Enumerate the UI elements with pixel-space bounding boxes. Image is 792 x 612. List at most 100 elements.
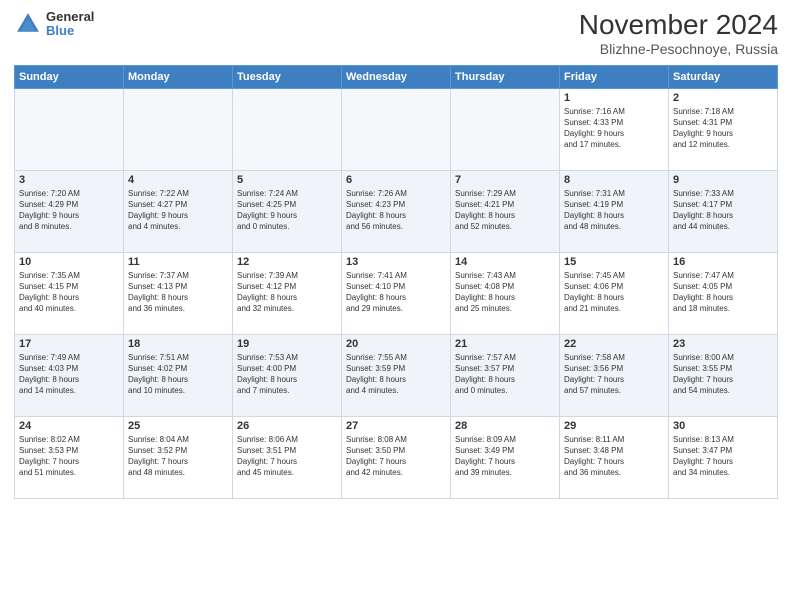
calendar-cell: 5 Sunrise: 7:24 AM Sunset: 4:25 PM Daylig… [233,170,342,252]
calendar-table: SundayMondayTuesdayWednesdayThursdayFrid… [14,65,778,499]
day-number: 8 [564,174,664,186]
calendar-cell: 22 Sunrise: 7:58 AM Sunset: 3:56 PM Dayli… [560,334,669,416]
calendar-day-header: Tuesday [233,65,342,88]
location-subtitle: Blizhne-Pesochnoye, Russia [579,41,778,57]
day-info: Sunrise: 7:49 AM Sunset: 4:03 PM Dayligh… [19,352,119,397]
day-number: 6 [346,174,446,186]
calendar-cell: 1 Sunrise: 7:16 AM Sunset: 4:33 PM Daylig… [560,88,669,170]
calendar-cell: 13 Sunrise: 7:41 AM Sunset: 4:10 PM Dayli… [342,252,451,334]
day-number: 28 [455,420,555,432]
day-number: 12 [237,256,337,268]
day-number: 2 [673,92,773,104]
calendar-cell: 8 Sunrise: 7:31 AM Sunset: 4:19 PM Daylig… [560,170,669,252]
day-info: Sunrise: 8:11 AM Sunset: 3:48 PM Dayligh… [564,434,664,479]
day-number: 11 [128,256,228,268]
calendar-cell: 26 Sunrise: 8:06 AM Sunset: 3:51 PM Dayli… [233,416,342,498]
day-number: 7 [455,174,555,186]
calendar-cell: 29 Sunrise: 8:11 AM Sunset: 3:48 PM Dayli… [560,416,669,498]
calendar-cell [233,88,342,170]
day-number: 1 [564,92,664,104]
calendar-day-header: Saturday [669,65,778,88]
day-info: Sunrise: 7:45 AM Sunset: 4:06 PM Dayligh… [564,270,664,315]
calendar-cell: 21Sunrise: 7:57 AM Sunset: 3:57 PM Dayli… [451,334,560,416]
day-number: 3 [19,174,119,186]
day-number: 23 [673,338,773,350]
day-info: Sunrise: 7:58 AM Sunset: 3:56 PM Dayligh… [564,352,664,397]
day-info: Sunrise: 7:35 AM Sunset: 4:15 PM Dayligh… [19,270,119,315]
day-info: Sunrise: 8:08 AM Sunset: 3:50 PM Dayligh… [346,434,446,479]
day-number: 22 [564,338,664,350]
day-info: Sunrise: 7:20 AM Sunset: 4:29 PM Dayligh… [19,188,119,233]
page-header: General Blue November 2024 Blizhne-Pesoc… [14,10,778,57]
calendar-cell: 9 Sunrise: 7:33 AM Sunset: 4:17 PM Daylig… [669,170,778,252]
calendar-cell: 30 Sunrise: 8:13 AM Sunset: 3:47 PM Dayli… [669,416,778,498]
day-number: 18 [128,338,228,350]
calendar-cell: 27Sunrise: 8:08 AM Sunset: 3:50 PM Dayli… [342,416,451,498]
day-info: Sunrise: 7:31 AM Sunset: 4:19 PM Dayligh… [564,188,664,233]
logo-icon [14,10,42,38]
calendar-cell: 28 Sunrise: 8:09 AM Sunset: 3:49 PM Dayli… [451,416,560,498]
calendar-cell [124,88,233,170]
day-info: Sunrise: 8:13 AM Sunset: 3:47 PM Dayligh… [673,434,773,479]
day-info: Sunrise: 8:06 AM Sunset: 3:51 PM Dayligh… [237,434,337,479]
day-number: 13 [346,256,446,268]
calendar-day-header: Wednesday [342,65,451,88]
day-info: Sunrise: 7:33 AM Sunset: 4:17 PM Dayligh… [673,188,773,233]
day-info: Sunrise: 7:37 AM Sunset: 4:13 PM Dayligh… [128,270,228,315]
day-info: Sunrise: 8:04 AM Sunset: 3:52 PM Dayligh… [128,434,228,479]
day-info: Sunrise: 8:09 AM Sunset: 3:49 PM Dayligh… [455,434,555,479]
logo-line2: Blue [46,24,94,38]
logo: General Blue [14,10,94,39]
calendar-cell: 10 Sunrise: 7:35 AM Sunset: 4:15 PM Dayli… [15,252,124,334]
calendar-cell: 25 Sunrise: 8:04 AM Sunset: 3:52 PM Dayli… [124,416,233,498]
day-info: Sunrise: 8:00 AM Sunset: 3:55 PM Dayligh… [673,352,773,397]
logo-text: General Blue [46,10,94,39]
day-number: 25 [128,420,228,432]
day-number: 4 [128,174,228,186]
calendar-cell [342,88,451,170]
calendar-cell: 12 Sunrise: 7:39 AM Sunset: 4:12 PM Dayli… [233,252,342,334]
calendar-cell: 7 Sunrise: 7:29 AM Sunset: 4:21 PM Daylig… [451,170,560,252]
calendar-cell [15,88,124,170]
day-info: Sunrise: 7:41 AM Sunset: 4:10 PM Dayligh… [346,270,446,315]
day-number: 30 [673,420,773,432]
day-info: Sunrise: 7:47 AM Sunset: 4:05 PM Dayligh… [673,270,773,315]
day-info: Sunrise: 7:24 AM Sunset: 4:25 PM Dayligh… [237,188,337,233]
day-info: Sunrise: 7:43 AM Sunset: 4:08 PM Dayligh… [455,270,555,315]
day-number: 9 [673,174,773,186]
day-info: Sunrise: 8:02 AM Sunset: 3:53 PM Dayligh… [19,434,119,479]
calendar-week-row: 24Sunrise: 8:02 AM Sunset: 3:53 PM Dayli… [15,416,778,498]
day-info: Sunrise: 7:29 AM Sunset: 4:21 PM Dayligh… [455,188,555,233]
calendar-header-row: SundayMondayTuesdayWednesdayThursdayFrid… [15,65,778,88]
calendar-cell: 16 Sunrise: 7:47 AM Sunset: 4:05 PM Dayli… [669,252,778,334]
calendar-cell: 15 Sunrise: 7:45 AM Sunset: 4:06 PM Dayli… [560,252,669,334]
calendar-week-row: 10 Sunrise: 7:35 AM Sunset: 4:15 PM Dayli… [15,252,778,334]
calendar-week-row: 17Sunrise: 7:49 AM Sunset: 4:03 PM Dayli… [15,334,778,416]
calendar-cell: 17Sunrise: 7:49 AM Sunset: 4:03 PM Dayli… [15,334,124,416]
calendar-cell: 3 Sunrise: 7:20 AM Sunset: 4:29 PM Daylig… [15,170,124,252]
day-number: 15 [564,256,664,268]
calendar-week-row: 1 Sunrise: 7:16 AM Sunset: 4:33 PM Daylig… [15,88,778,170]
calendar-week-row: 3 Sunrise: 7:20 AM Sunset: 4:29 PM Daylig… [15,170,778,252]
calendar-cell: 20 Sunrise: 7:55 AM Sunset: 3:59 PM Dayli… [342,334,451,416]
calendar-day-header: Sunday [15,65,124,88]
day-info: Sunrise: 7:26 AM Sunset: 4:23 PM Dayligh… [346,188,446,233]
calendar-cell: 2 Sunrise: 7:18 AM Sunset: 4:31 PM Daylig… [669,88,778,170]
day-number: 5 [237,174,337,186]
calendar-cell: 23 Sunrise: 8:00 AM Sunset: 3:55 PM Dayli… [669,334,778,416]
calendar-cell: 24Sunrise: 8:02 AM Sunset: 3:53 PM Dayli… [15,416,124,498]
day-number: 26 [237,420,337,432]
day-number: 10 [19,256,119,268]
title-block: November 2024 Blizhne-Pesochnoye, Russia [579,10,778,57]
day-info: Sunrise: 7:16 AM Sunset: 4:33 PM Dayligh… [564,106,664,151]
day-info: Sunrise: 7:22 AM Sunset: 4:27 PM Dayligh… [128,188,228,233]
calendar-cell [451,88,560,170]
day-info: Sunrise: 7:18 AM Sunset: 4:31 PM Dayligh… [673,106,773,151]
day-number: 29 [564,420,664,432]
day-info: Sunrise: 7:39 AM Sunset: 4:12 PM Dayligh… [237,270,337,315]
day-info: Sunrise: 7:55 AM Sunset: 3:59 PM Dayligh… [346,352,446,397]
month-title: November 2024 [579,10,778,41]
day-number: 16 [673,256,773,268]
day-number: 20 [346,338,446,350]
calendar-cell: 14Sunrise: 7:43 AM Sunset: 4:08 PM Dayli… [451,252,560,334]
